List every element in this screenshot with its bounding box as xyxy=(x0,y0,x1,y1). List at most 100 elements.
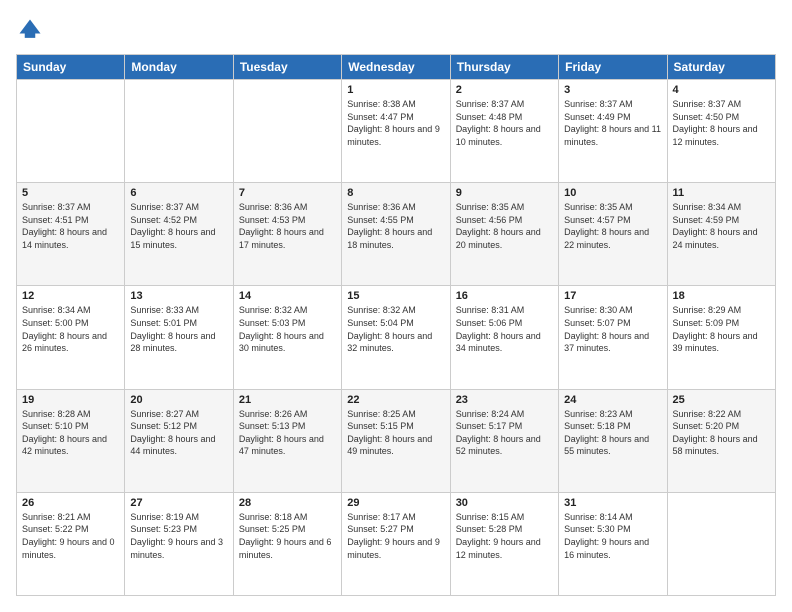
day-number: 19 xyxy=(22,394,119,406)
day-info: Sunrise: 8:25 AM Sunset: 5:15 PM Dayligh… xyxy=(347,408,444,458)
day-cell: 2 Sunrise: 8:37 AM Sunset: 4:48 PM Daylig… xyxy=(450,80,558,183)
day-number: 25 xyxy=(673,394,770,406)
day-cell: 21Sunrise: 8:26 AM Sunset: 5:13 PM Dayli… xyxy=(233,389,341,492)
day-info: Sunrise: 8:14 AM Sunset: 5:30 PM Dayligh… xyxy=(564,511,661,561)
day-number: 22 xyxy=(347,394,444,406)
week-row-2: 5 Sunrise: 8:37 AM Sunset: 4:51 PM Daylig… xyxy=(17,183,776,286)
day-cell xyxy=(667,492,775,595)
day-info: Sunrise: 8:36 AM Sunset: 4:53 PM Dayligh… xyxy=(239,201,336,251)
day-cell: 18 Sunrise: 8:29 AM Sunset: 5:09 PM Dayli… xyxy=(667,286,775,389)
day-number: 14 xyxy=(239,290,336,302)
day-cell: 31 Sunrise: 8:14 AM Sunset: 5:30 PM Dayli… xyxy=(559,492,667,595)
day-number: 30 xyxy=(456,497,553,509)
day-cell: 28 Sunrise: 8:18 AM Sunset: 5:25 PM Dayli… xyxy=(233,492,341,595)
day-cell: 30 Sunrise: 8:15 AM Sunset: 5:28 PM Dayli… xyxy=(450,492,558,595)
day-info: Sunrise: 8:17 AM Sunset: 5:27 PM Dayligh… xyxy=(347,511,444,561)
day-number: 1 xyxy=(347,84,444,96)
day-number: 23 xyxy=(456,394,553,406)
day-cell: 27 Sunrise: 8:19 AM Sunset: 5:23 PM Dayli… xyxy=(125,492,233,595)
day-info: Sunrise: 8:34 AM Sunset: 5:00 PM Dayligh… xyxy=(22,304,119,354)
day-number: 7 xyxy=(239,187,336,199)
day-cell xyxy=(233,80,341,183)
day-info: Sunrise: 8:15 AM Sunset: 5:28 PM Dayligh… xyxy=(456,511,553,561)
day-info: Sunrise: 8:37 AM Sunset: 4:50 PM Dayligh… xyxy=(673,98,770,148)
day-number: 13 xyxy=(130,290,227,302)
week-row-3: 12 Sunrise: 8:34 AM Sunset: 5:00 PM Dayli… xyxy=(17,286,776,389)
day-cell xyxy=(125,80,233,183)
day-info: Sunrise: 8:35 AM Sunset: 4:56 PM Dayligh… xyxy=(456,201,553,251)
day-info: Sunrise: 8:37 AM Sunset: 4:52 PM Dayligh… xyxy=(130,201,227,251)
day-info: Sunrise: 8:31 AM Sunset: 5:06 PM Dayligh… xyxy=(456,304,553,354)
day-number: 4 xyxy=(673,84,770,96)
calendar: SundayMondayTuesdayWednesdayThursdayFrid… xyxy=(16,54,776,596)
day-cell: 26 Sunrise: 8:21 AM Sunset: 5:22 PM Dayli… xyxy=(17,492,125,595)
day-cell: 20 Sunrise: 8:27 AM Sunset: 5:12 PM Dayli… xyxy=(125,389,233,492)
week-row-5: 26 Sunrise: 8:21 AM Sunset: 5:22 PM Dayli… xyxy=(17,492,776,595)
day-number: 15 xyxy=(347,290,444,302)
day-info: Sunrise: 8:29 AM Sunset: 5:09 PM Dayligh… xyxy=(673,304,770,354)
day-cell: 11 Sunrise: 8:34 AM Sunset: 4:59 PM Dayli… xyxy=(667,183,775,286)
day-cell: 16 Sunrise: 8:31 AM Sunset: 5:06 PM Dayli… xyxy=(450,286,558,389)
day-info: Sunrise: 8:18 AM Sunset: 5:25 PM Dayligh… xyxy=(239,511,336,561)
day-number: 29 xyxy=(347,497,444,509)
day-number: 17 xyxy=(564,290,661,302)
day-cell: 22 Sunrise: 8:25 AM Sunset: 5:15 PM Dayli… xyxy=(342,389,450,492)
day-info: Sunrise: 8:22 AM Sunset: 5:20 PM Dayligh… xyxy=(673,408,770,458)
day-number: 27 xyxy=(130,497,227,509)
day-number: 21 xyxy=(239,394,336,406)
weekday-header-tuesday: Tuesday xyxy=(233,55,341,80)
day-number: 20 xyxy=(130,394,227,406)
day-info: Sunrise: 8:32 AM Sunset: 5:04 PM Dayligh… xyxy=(347,304,444,354)
day-info: Sunrise: 8:37 AM Sunset: 4:51 PM Dayligh… xyxy=(22,201,119,251)
day-number: 8 xyxy=(347,187,444,199)
weekday-header-sunday: Sunday xyxy=(17,55,125,80)
header xyxy=(16,16,776,44)
day-cell: 14 Sunrise: 8:32 AM Sunset: 5:03 PM Dayli… xyxy=(233,286,341,389)
week-row-4: 19Sunrise: 8:28 AM Sunset: 5:10 PM Dayli… xyxy=(17,389,776,492)
day-number: 18 xyxy=(673,290,770,302)
day-cell: 25 Sunrise: 8:22 AM Sunset: 5:20 PM Dayli… xyxy=(667,389,775,492)
weekday-header-saturday: Saturday xyxy=(667,55,775,80)
day-info: Sunrise: 8:37 AM Sunset: 4:48 PM Dayligh… xyxy=(456,98,553,148)
day-info: Sunrise: 8:34 AM Sunset: 4:59 PM Dayligh… xyxy=(673,201,770,251)
day-info: Sunrise: 8:33 AM Sunset: 5:01 PM Dayligh… xyxy=(130,304,227,354)
day-info: Sunrise: 8:21 AM Sunset: 5:22 PM Dayligh… xyxy=(22,511,119,561)
weekday-header-monday: Monday xyxy=(125,55,233,80)
day-info: Sunrise: 8:35 AM Sunset: 4:57 PM Dayligh… xyxy=(564,201,661,251)
weekday-header-friday: Friday xyxy=(559,55,667,80)
day-cell: 13 Sunrise: 8:33 AM Sunset: 5:01 PM Dayli… xyxy=(125,286,233,389)
weekday-header-wednesday: Wednesday xyxy=(342,55,450,80)
page: SundayMondayTuesdayWednesdayThursdayFrid… xyxy=(0,0,792,612)
day-number: 5 xyxy=(22,187,119,199)
weekday-header-thursday: Thursday xyxy=(450,55,558,80)
day-cell: 10 Sunrise: 8:35 AM Sunset: 4:57 PM Dayli… xyxy=(559,183,667,286)
logo xyxy=(16,16,48,44)
day-number: 6 xyxy=(130,187,227,199)
day-cell: 5 Sunrise: 8:37 AM Sunset: 4:51 PM Daylig… xyxy=(17,183,125,286)
day-info: Sunrise: 8:27 AM Sunset: 5:12 PM Dayligh… xyxy=(130,408,227,458)
day-cell: 7 Sunrise: 8:36 AM Sunset: 4:53 PM Daylig… xyxy=(233,183,341,286)
day-info: Sunrise: 8:32 AM Sunset: 5:03 PM Dayligh… xyxy=(239,304,336,354)
day-number: 11 xyxy=(673,187,770,199)
day-cell xyxy=(17,80,125,183)
day-cell: 1 Sunrise: 8:38 AM Sunset: 4:47 PM Daylig… xyxy=(342,80,450,183)
day-cell: 6 Sunrise: 8:37 AM Sunset: 4:52 PM Daylig… xyxy=(125,183,233,286)
day-info: Sunrise: 8:19 AM Sunset: 5:23 PM Dayligh… xyxy=(130,511,227,561)
day-info: Sunrise: 8:23 AM Sunset: 5:18 PM Dayligh… xyxy=(564,408,661,458)
day-cell: 24Sunrise: 8:23 AM Sunset: 5:18 PM Dayli… xyxy=(559,389,667,492)
day-info: Sunrise: 8:38 AM Sunset: 4:47 PM Dayligh… xyxy=(347,98,444,148)
day-number: 28 xyxy=(239,497,336,509)
day-number: 16 xyxy=(456,290,553,302)
day-number: 2 xyxy=(456,84,553,96)
day-number: 26 xyxy=(22,497,119,509)
day-info: Sunrise: 8:24 AM Sunset: 5:17 PM Dayligh… xyxy=(456,408,553,458)
day-cell: 23 Sunrise: 8:24 AM Sunset: 5:17 PM Dayli… xyxy=(450,389,558,492)
day-cell: 29 Sunrise: 8:17 AM Sunset: 5:27 PM Dayli… xyxy=(342,492,450,595)
day-number: 31 xyxy=(564,497,661,509)
day-number: 10 xyxy=(564,187,661,199)
week-row-1: 1 Sunrise: 8:38 AM Sunset: 4:47 PM Daylig… xyxy=(17,80,776,183)
day-cell: 3Sunrise: 8:37 AM Sunset: 4:49 PM Daylig… xyxy=(559,80,667,183)
day-number: 12 xyxy=(22,290,119,302)
day-cell: 9 Sunrise: 8:35 AM Sunset: 4:56 PM Daylig… xyxy=(450,183,558,286)
day-number: 9 xyxy=(456,187,553,199)
